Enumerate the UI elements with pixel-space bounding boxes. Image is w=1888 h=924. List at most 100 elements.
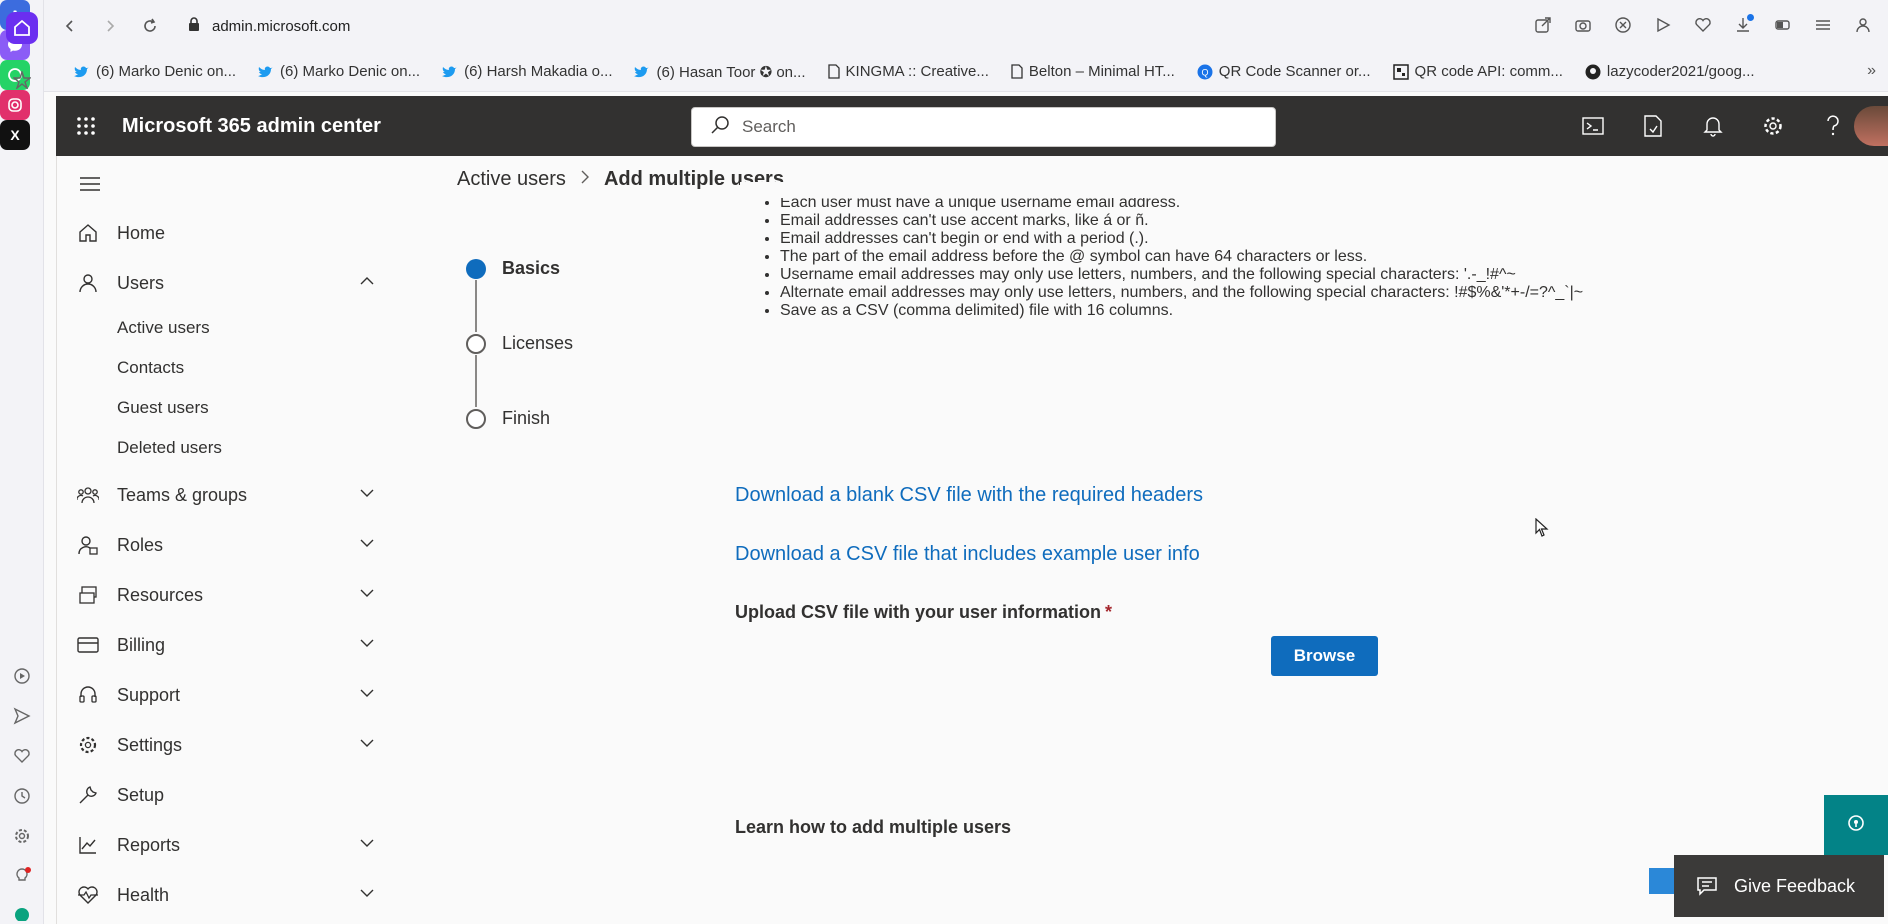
battery-saver-icon[interactable] — [1770, 12, 1796, 38]
page-icon — [827, 64, 840, 79]
step-pending-indicator — [466, 334, 486, 354]
app-launcher-icon[interactable] — [56, 96, 116, 156]
nav-teams-groups[interactable]: Teams & groups — [57, 472, 397, 518]
chevron-right-icon — [580, 168, 590, 191]
nav-support[interactable]: Support — [57, 672, 397, 718]
chevron-down-icon[interactable] — [359, 535, 375, 556]
x-twitter-icon[interactable]: X — [0, 120, 30, 150]
bookmark-item[interactable]: (6) Marko Denic on... — [258, 63, 420, 80]
nav-billing[interactable]: Billing — [57, 622, 397, 668]
reload-icon[interactable] — [136, 12, 164, 40]
chevron-down-icon[interactable] — [359, 485, 375, 506]
favorites-heart-icon[interactable] — [1690, 12, 1716, 38]
bookmark-item[interactable]: (6) Marko Denic on... — [74, 63, 236, 80]
more-bookmarks-icon[interactable]: » — [1867, 62, 1876, 80]
gear-icon — [76, 733, 100, 757]
nav-contacts[interactable]: Contacts — [117, 350, 184, 386]
pinboard-icon[interactable] — [6, 64, 38, 96]
camera-icon[interactable] — [1570, 12, 1596, 38]
bookmark-item[interactable]: QR code API: comm... — [1392, 63, 1563, 80]
account-icon[interactable] — [6, 896, 38, 924]
csv-rules-list: Each user must have a unique username em… — [780, 196, 1680, 320]
search-icon — [710, 115, 730, 140]
settings-icon[interactable] — [6, 820, 38, 852]
headset-help-icon — [1847, 814, 1865, 837]
give-feedback-button[interactable]: Give Feedback — [1674, 855, 1884, 917]
history-icon[interactable] — [6, 780, 38, 812]
nav-users[interactable]: Users — [57, 260, 397, 306]
help-icon[interactable] — [1818, 111, 1848, 141]
step-basics[interactable]: Basics — [502, 258, 560, 279]
flow-icon[interactable] — [1650, 12, 1676, 38]
chart-icon — [76, 833, 100, 857]
step-connector — [475, 280, 477, 332]
profile-icon[interactable] — [1850, 12, 1876, 38]
rule-item: Alternate email addresses may only use l… — [780, 284, 1680, 302]
tips-icon[interactable] — [6, 860, 38, 892]
app-title[interactable]: Microsoft 365 admin center — [122, 115, 381, 138]
mouse-cursor-icon — [1535, 517, 1549, 543]
chevron-down-icon[interactable] — [359, 635, 375, 656]
player-icon[interactable] — [6, 660, 38, 692]
url-text: admin.microsoft.com — [212, 17, 351, 35]
download-example-csv-link[interactable]: Download a CSV file that includes exampl… — [735, 543, 1200, 566]
send-icon[interactable] — [6, 700, 38, 732]
adblock-icon[interactable] — [1610, 12, 1636, 38]
back-icon[interactable] — [56, 12, 84, 40]
easy-setup-icon[interactable] — [1810, 12, 1836, 38]
chevron-down-icon[interactable] — [359, 835, 375, 856]
bookmark-item[interactable]: KINGMA :: Creative... — [827, 63, 989, 80]
bookmark-item[interactable]: Belton – Minimal HT... — [1011, 63, 1175, 80]
chevron-down-icon[interactable] — [359, 585, 375, 606]
help-support-button[interactable] — [1824, 795, 1888, 855]
left-navigation: Home Users Active users Contacts Guest u… — [56, 156, 396, 924]
share-icon[interactable] — [1530, 12, 1556, 38]
setup-guide-icon[interactable] — [1638, 111, 1668, 141]
twitter-icon — [442, 66, 458, 77]
health-heart-icon — [76, 883, 100, 907]
nav-settings[interactable]: Settings — [57, 722, 397, 768]
scroll-mask — [740, 182, 1700, 198]
nav-roles[interactable]: Roles — [57, 522, 397, 568]
rule-item: Email addresses can't use accent marks, … — [780, 212, 1680, 230]
heart-icon[interactable] — [6, 740, 38, 772]
search-box[interactable] — [691, 107, 1276, 147]
nav-resources[interactable]: Resources — [57, 572, 397, 618]
nav-health[interactable]: Health — [57, 872, 397, 918]
breadcrumb-active-users[interactable]: Active users — [457, 168, 566, 191]
chevron-up-icon[interactable] — [359, 273, 375, 294]
rule-item: Email addresses can't begin or end with … — [780, 230, 1680, 248]
opera-home-icon[interactable] — [6, 12, 38, 44]
address-bar[interactable]: admin.microsoft.com — [188, 16, 351, 36]
bookmark-item[interactable]: (6) Harsh Makadia o... — [442, 63, 612, 80]
lock-icon — [188, 16, 200, 36]
avatar[interactable] — [1854, 106, 1888, 146]
nav-home[interactable]: Home — [57, 210, 397, 256]
downloads-icon[interactable] — [1730, 12, 1756, 38]
nav-deleted-users[interactable]: Deleted users — [117, 430, 222, 466]
browse-button[interactable]: Browse — [1271, 636, 1378, 676]
bookmarks-bar: (6) Marko Denic on... (6) Marko Denic on… — [44, 52, 1888, 92]
chevron-down-icon[interactable] — [359, 685, 375, 706]
nav-guest-users[interactable]: Guest users — [117, 390, 209, 426]
learn-how-link[interactable]: Learn how to add multiple users — [735, 817, 1011, 838]
step-finish[interactable]: Finish — [502, 408, 550, 429]
forward-icon[interactable] — [96, 12, 124, 40]
search-input[interactable] — [742, 117, 1222, 137]
step-licenses[interactable]: Licenses — [502, 333, 573, 354]
chevron-down-icon[interactable] — [359, 885, 375, 906]
collapse-nav-icon[interactable] — [75, 170, 105, 198]
bookmark-item[interactable]: (6) Hasan Toor ✪ on... — [634, 63, 806, 81]
bookmark-item[interactable]: Q QR Code Scanner or... — [1197, 63, 1371, 80]
bookmark-item[interactable]: lazycoder2021/goog... — [1585, 63, 1755, 80]
shell-icon[interactable] — [1578, 111, 1608, 141]
step-connector — [475, 355, 477, 407]
notifications-icon[interactable] — [1698, 111, 1728, 141]
nav-setup[interactable]: Setup — [57, 772, 397, 818]
download-blank-csv-link[interactable]: Download a blank CSV file with the requi… — [735, 484, 1203, 507]
settings-gear-icon[interactable] — [1758, 111, 1788, 141]
nav-active-users[interactable]: Active users — [117, 310, 210, 346]
roles-icon — [76, 533, 100, 557]
nav-reports[interactable]: Reports — [57, 822, 397, 868]
chevron-down-icon[interactable] — [359, 735, 375, 756]
